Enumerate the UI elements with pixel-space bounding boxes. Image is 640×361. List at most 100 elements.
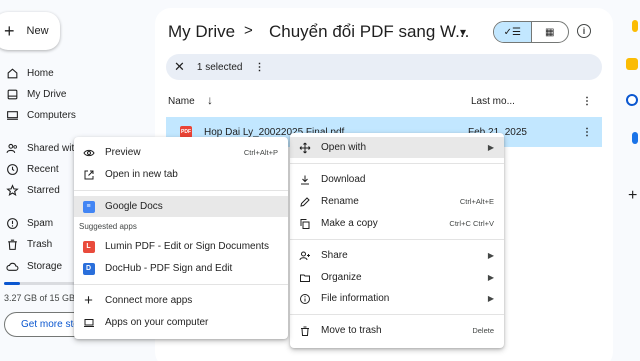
submenu-arrow-icon: ▶ [487, 294, 494, 303]
menu-item-open-new-tab[interactable]: Open in new tab [74, 164, 288, 185]
clock-icon [7, 163, 18, 175]
breadcrumb-separator: > [244, 22, 253, 39]
menu-item-label: Download [321, 174, 366, 185]
home-icon [7, 67, 18, 78]
selection-bar: ✕ 1 selected ⋮ [166, 54, 602, 80]
star-icon [6, 183, 19, 196]
info-icon[interactable]: i [577, 24, 591, 38]
menu-item-label: Move to trash [321, 325, 382, 336]
cloud-icon [6, 262, 19, 271]
copy-icon [298, 217, 311, 230]
sidebar-item-label: Storage [27, 260, 63, 272]
lumin-pdf-icon: L [82, 240, 95, 253]
grid-icon: ▦ [545, 26, 555, 38]
column-header-last-modified[interactable]: Last mo... [471, 96, 515, 107]
sidebar-item-label: Home [27, 67, 54, 79]
menu-item-label: Share [321, 250, 348, 261]
add-addon-icon[interactable]: + [628, 188, 640, 204]
check-list-icon: ✓☰ [503, 26, 521, 38]
menu-divider [74, 190, 288, 191]
menu-item-download[interactable]: Download [290, 169, 504, 190]
view-toggle[interactable]: ✓☰ ▦ [493, 21, 569, 43]
menu-item-label: Organize [321, 272, 362, 283]
more-vert-icon[interactable]: ⋮ [255, 62, 265, 73]
menu-item-move-to-trash[interactable]: Move to trash Delete [290, 320, 504, 341]
sidebar-item-label: Spam [27, 217, 54, 229]
menu-item-label: Google Docs [105, 201, 163, 212]
menu-item-label: Apps on your computer [105, 317, 209, 328]
sidebar-item-label: Computers [27, 109, 76, 121]
sidebar-item-computers[interactable]: Computers [0, 104, 150, 126]
dochub-icon: D [82, 262, 95, 275]
contacts-icon[interactable] [632, 132, 638, 144]
new-button-label: New [26, 25, 49, 37]
shortcut-label: Ctrl+C Ctrl+V [449, 219, 494, 228]
open-in-new-icon [82, 168, 95, 181]
close-icon[interactable]: ✕ [174, 59, 185, 75]
menu-item-label: DocHub - PDF Sign and Edit [105, 263, 233, 274]
sidebar-item-label: Trash [27, 238, 53, 250]
list-view-button[interactable]: ✓☰ [494, 22, 532, 42]
submenu-arrow-icon: ▶ [487, 143, 494, 152]
menu-item-organize[interactable]: Organize ▶ [290, 267, 504, 288]
menu-item-open-with[interactable]: Open with ▶ [290, 137, 504, 158]
eye-icon [82, 146, 95, 159]
menu-item-dochub[interactable]: D DocHub - PDF Sign and Edit [74, 258, 288, 279]
menu-item-preview[interactable]: Preview Ctrl+Alt+P [74, 142, 288, 163]
open-with-submenu: Preview Ctrl+Alt+P Open in new tab ≡ Goo… [74, 137, 288, 339]
person-add-icon [298, 249, 311, 262]
context-menu: Open with ▶ Download Rename Ctrl+Alt+E M… [290, 133, 504, 348]
calendar-icon[interactable] [632, 20, 638, 32]
breadcrumb-folder[interactable]: Chuyển đổi PDF sang W... [269, 22, 469, 42]
menu-item-label: Rename [321, 196, 359, 207]
menu-item-label: Connect more apps [105, 295, 193, 306]
breadcrumb-root[interactable]: My Drive [168, 22, 235, 42]
menu-item-connect-more-apps[interactable]: + Connect more apps [74, 290, 288, 311]
shortcut-label: Delete [472, 326, 494, 335]
menu-item-rename[interactable]: Rename Ctrl+Alt+E [290, 191, 504, 212]
selection-count: 1 selected [196, 61, 243, 73]
menu-item-make-copy[interactable]: Make a copy Ctrl+C Ctrl+V [290, 213, 504, 234]
menu-item-google-docs[interactable]: ≡ Google Docs [74, 196, 288, 217]
download-icon [298, 173, 311, 186]
menu-item-label: Open with [321, 142, 367, 153]
menu-divider [74, 284, 288, 285]
menu-item-label: File information [321, 293, 390, 304]
menu-divider [290, 314, 504, 315]
spam-icon [7, 217, 18, 229]
column-header-name[interactable]: Name [168, 96, 195, 107]
drive-icon [7, 89, 18, 99]
menu-item-share[interactable]: Share ▶ [290, 245, 504, 266]
suggested-apps-label: Suggested apps [79, 222, 137, 231]
menu-item-label: Preview [105, 147, 141, 158]
column-options-icon[interactable]: ⋮ [582, 96, 592, 107]
shortcut-label: Ctrl+Alt+E [459, 197, 494, 206]
menu-item-label: Lumin PDF - Edit or Sign Documents [105, 241, 269, 252]
menu-item-apps-on-computer[interactable]: Apps on your computer [74, 312, 288, 333]
folder-icon [298, 271, 311, 284]
trash-icon [298, 324, 311, 337]
menu-item-file-information[interactable]: File information ▶ [290, 288, 504, 309]
new-button[interactable]: + New [0, 12, 60, 50]
sidebar-item-my-drive[interactable]: My Drive [0, 83, 150, 105]
info-icon [298, 292, 311, 305]
row-more-icon[interactable]: ⋮ [582, 127, 592, 138]
sidebar-item-label: Starred [27, 184, 60, 196]
grid-view-button[interactable]: ▦ [532, 22, 569, 42]
computer-icon [7, 110, 18, 120]
shortcut-label: Ctrl+Alt+P [243, 148, 278, 157]
laptop-icon [82, 316, 95, 329]
menu-item-label: Make a copy [321, 218, 378, 229]
folder-dropdown-icon[interactable]: ▾ [460, 25, 466, 39]
sidebar-item-home[interactable]: Home [0, 62, 150, 84]
trash-icon [8, 239, 17, 250]
menu-item-label: Open in new tab [105, 169, 178, 180]
google-docs-icon: ≡ [82, 200, 95, 213]
sort-arrow-icon[interactable]: ↓ [207, 93, 213, 107]
tasks-icon[interactable] [626, 94, 638, 106]
menu-divider [290, 239, 504, 240]
keep-icon[interactable] [626, 58, 638, 70]
submenu-arrow-icon: ▶ [487, 273, 494, 282]
plus-icon: + [4, 21, 15, 41]
menu-item-lumin-pdf[interactable]: L Lumin PDF - Edit or Sign Documents [74, 236, 288, 257]
